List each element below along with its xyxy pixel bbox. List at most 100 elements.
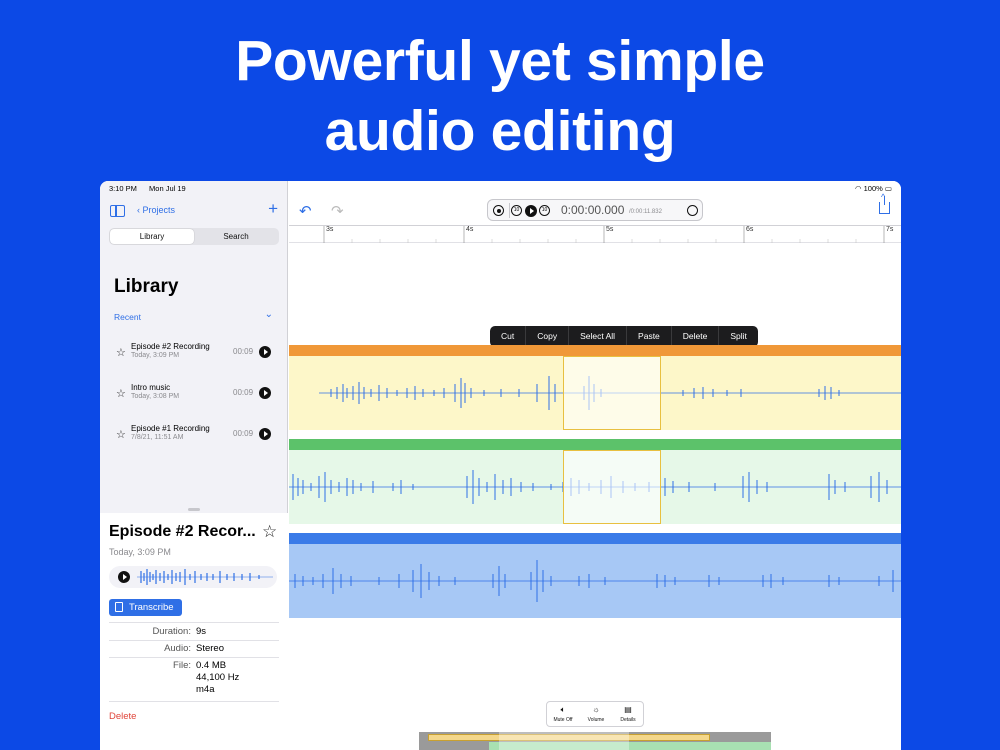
add-button[interactable]: + — [268, 199, 278, 219]
item-date: Today, 3:08 PM — [131, 393, 180, 400]
redo-icon[interactable]: ↷ — [331, 202, 344, 220]
headline-line1: Powerful yet simple — [235, 29, 765, 93]
edit-context-menu: Cut Copy Select All Paste Delete Split — [490, 326, 758, 347]
back-projects-button[interactable]: ‹ Projects — [137, 205, 175, 215]
list-item[interactable]: ☆ Episode #2 Recording Today, 3:09 PM 00… — [100, 342, 288, 372]
menu-item-copy[interactable]: Copy — [526, 326, 570, 347]
ruler-label: 7s — [886, 226, 894, 233]
meta-duration-value: 9s — [196, 626, 207, 637]
ruler-label: 4s — [466, 226, 474, 233]
divider — [509, 203, 510, 218]
mute-label: Mute Off — [553, 717, 573, 723]
list-item[interactable]: ☆ Intro music Today, 3:08 PM 00:09 — [100, 383, 288, 413]
waveform — [289, 560, 901, 602]
divider — [109, 640, 279, 641]
track-header[interactable] — [289, 533, 901, 544]
speed-gauge-icon[interactable] — [687, 205, 698, 216]
total-time: /0:00:11.832 — [629, 209, 662, 215]
sidebar-icon[interactable] — [110, 205, 125, 217]
mini-player[interactable] — [109, 566, 277, 588]
share-icon[interactable] — [879, 192, 890, 214]
meta-file-size: 0.4 MB — [196, 660, 227, 671]
menu-item-paste[interactable]: Paste — [627, 326, 672, 347]
skip-back-icon[interactable]: 10 — [511, 205, 522, 216]
status-date: Mon Jul 19 — [149, 184, 186, 193]
recent-section-label[interactable]: Recent — [114, 312, 141, 322]
transport-bar: 10 10 0:00:00.000 /0:00:11.832 — [487, 199, 703, 221]
menu-item-select-all[interactable]: Select All — [569, 326, 628, 347]
menu-item-cut[interactable]: Cut — [490, 326, 527, 347]
details-label: Details — [620, 717, 636, 723]
transcribe-button[interactable]: Transcribe — [109, 599, 182, 616]
timeline-overview[interactable] — [419, 732, 771, 750]
mini-waveform — [137, 569, 273, 585]
selection-region[interactable] — [563, 450, 661, 524]
current-time: 0:00:00.000 — [561, 203, 625, 217]
item-name: Episode #2 Recording — [131, 342, 210, 351]
library-search-segmented: Library Search — [109, 228, 279, 245]
volume-button[interactable]: ☼ Volume — [581, 705, 611, 723]
meta-audio-value: Stereo — [196, 643, 224, 654]
status-time: 3:10 PM — [109, 184, 137, 193]
play-icon[interactable] — [259, 346, 271, 358]
timeline-ruler[interactable]: 3s 4s 5s 6s 7s — [289, 225, 901, 243]
star-icon[interactable]: ☆ — [116, 428, 126, 441]
meta-file-rate: 44,100 Hz — [196, 672, 240, 683]
selection-region[interactable] — [563, 356, 661, 430]
menu-item-split[interactable]: Split — [719, 326, 758, 347]
ruler-label: 5s — [606, 226, 614, 233]
chevron-down-icon[interactable]: ⌄ — [265, 309, 273, 320]
track-header[interactable] — [289, 439, 901, 450]
ipad-screen: 3:10 PM Mon Jul 19 ‹ Projects + Library … — [100, 181, 901, 750]
wifi-icon: ◠ — [854, 184, 862, 193]
ruler-label: 6s — [746, 226, 754, 233]
divider — [109, 657, 279, 658]
speaker-icon: 🔈︎ — [560, 705, 566, 714]
details-button[interactable]: ▤ Details — [613, 705, 643, 723]
meta-duration-label: Duration: — [152, 626, 191, 637]
sidebar: 3:10 PM Mon Jul 19 ‹ Projects + Library … — [100, 181, 288, 750]
tab-library[interactable]: Library — [110, 229, 194, 244]
play-icon[interactable] — [525, 205, 537, 217]
library-title: Library — [114, 276, 179, 297]
sidebar-nav: ‹ Projects + — [100, 199, 288, 223]
item-duration: 00:09 — [233, 347, 254, 356]
panel-grabber[interactable] — [188, 508, 200, 511]
detail-panel: Episode #2 Recor... ☆ Today, 3:09 PM Tra… — [100, 513, 288, 750]
star-icon[interactable]: ☆ — [262, 522, 277, 542]
star-icon[interactable]: ☆ — [116, 346, 126, 359]
play-icon[interactable] — [118, 571, 130, 583]
skip-forward-icon[interactable]: 10 — [539, 205, 550, 216]
track-header[interactable] — [289, 345, 901, 356]
meta-file-format: m4a — [196, 684, 215, 695]
status-battery: 100% — [863, 184, 883, 193]
mute-button[interactable]: 🔈︎ Mute Off — [548, 705, 578, 723]
undo-icon[interactable]: ↶ — [299, 202, 312, 220]
item-duration: 00:09 — [233, 388, 254, 397]
volume-label: Volume — [587, 717, 605, 723]
item-duration: 00:09 — [233, 429, 254, 438]
track-toolbar: 🔈︎ Mute Off ☼ Volume ▤ Details — [546, 701, 644, 727]
record-icon[interactable] — [493, 205, 504, 216]
document-icon — [115, 602, 123, 612]
meta-audio-label: Audio: — [164, 643, 191, 654]
ruler-ticks — [323, 226, 885, 243]
item-date: Today, 3:09 PM — [131, 352, 180, 359]
tab-search[interactable]: Search — [194, 229, 278, 244]
divider — [109, 622, 279, 623]
item-name: Episode #1 Recording — [131, 424, 210, 433]
headline: Powerful yet simple audio editing — [0, 26, 1000, 166]
editor: ◠ 100% ▭ ↶ ↷ 10 10 0:00:00.000 /0:00:11.… — [289, 181, 901, 750]
play-icon[interactable] — [259, 428, 271, 440]
overview-window[interactable] — [499, 732, 629, 750]
delete-button[interactable]: Delete — [109, 711, 136, 722]
status-bar-right: ◠ 100% ▭ — [855, 184, 892, 193]
play-icon[interactable] — [259, 387, 271, 399]
back-label: Projects — [142, 205, 176, 215]
item-name: Intro music — [131, 383, 171, 392]
detail-title: Episode #2 Recor... — [109, 523, 256, 540]
status-bar-left: 3:10 PM Mon Jul 19 — [109, 184, 196, 193]
star-icon[interactable]: ☆ — [116, 387, 126, 400]
list-item[interactable]: ☆ Episode #1 Recording 7/8/21, 11:51 AM … — [100, 424, 288, 454]
menu-item-delete[interactable]: Delete — [672, 326, 720, 347]
